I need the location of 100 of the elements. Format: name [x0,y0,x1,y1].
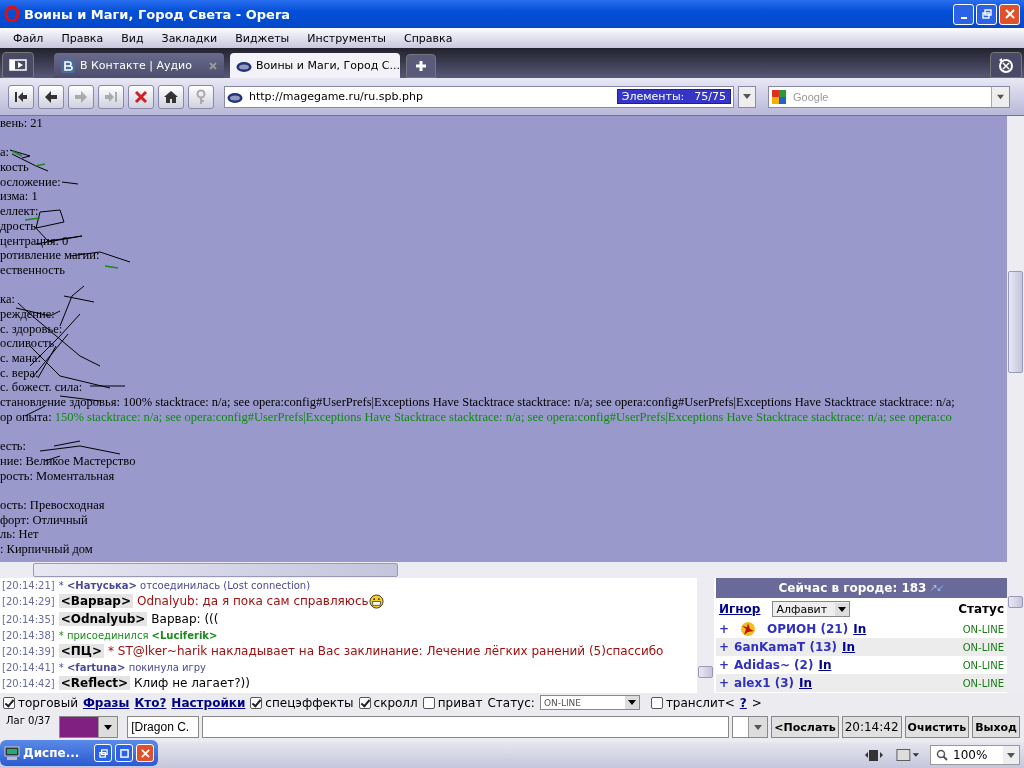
nickname[interactable]: <Reflect> [58,676,131,690]
menu-item[interactable]: Правка [52,31,113,45]
circled-x-icon [997,56,1015,74]
minimize-button[interactable] [953,3,974,25]
clock-field: 20:14:42 [841,716,902,738]
send-button[interactable]: <Послать [771,716,839,738]
info-link[interactable]: In [853,622,867,636]
menu-item[interactable]: Виджеты [226,31,299,45]
status-select[interactable]: ON-LINE [539,695,640,710]
stat-text: осложение: [0,174,61,189]
scroll-checkbox[interactable]: скролл [358,695,418,710]
trade-checkbox[interactable]: торговый [3,695,78,710]
menu-item[interactable]: Файл [4,31,53,45]
user-status: ON-LINE [962,623,1004,635]
back-button[interactable] [38,84,64,109]
address-field[interactable]: http://magegame.ru/ru.spb.php Элементы: 75/75 [224,85,734,108]
nickname[interactable]: <ПЦ> [58,644,104,658]
dropdown-select[interactable] [731,716,769,738]
info-link[interactable]: In [818,658,832,672]
private-checkbox[interactable]: приват [422,695,483,710]
new-tab-button[interactable] [406,54,436,78]
stat-text: становление здоровья: 100% stacktrace: n/a; see opera:config#UserPrefs|Exceptions Have Stacktrace stacktrace: n/a; see opera:config#UserPrefs|Exceptions Have Stacktrace stacktrace: n/a; [0,395,955,410]
scrollbar[interactable] [1007,116,1024,562]
translit-checkbox[interactable]: транслит< [650,695,735,710]
close-icon[interactable] [208,60,218,71]
message-input-field[interactable] [202,716,729,738]
panel-icon [9,59,27,71]
checkbox[interactable] [422,696,435,709]
effects-checkbox[interactable]: спецэффекты [250,695,354,710]
stat-text: ние: Великое Мастерство [0,453,136,468]
system-message: *<Натуська> отсоединилась (Lost connection) [58,579,311,591]
menu-item[interactable]: Вид [112,31,153,45]
stat-text: есть: [0,439,27,454]
close-button[interactable] [999,3,1020,25]
restore-button[interactable] [976,3,997,25]
clear-button[interactable]: Очистить [904,716,970,738]
closed-tabs-button[interactable] [990,52,1022,78]
nickname[interactable]: <Варвар> [58,594,133,608]
info-link[interactable]: In [842,640,856,654]
browser-tab[interactable]: В Контакте | Аудио [54,53,224,78]
stat-text: форт: Отличный [0,512,88,527]
rewind-button[interactable] [8,84,34,109]
user-status: ON-LINE [962,677,1004,689]
search-field[interactable]: Google [768,85,1010,108]
checkbox[interactable] [650,696,663,709]
ignore-link[interactable]: Игнор [719,602,761,616]
status-heading: Статус [958,602,1004,616]
elements-counter: Элементы: 75/75 [616,89,731,104]
stat-text: кость [0,160,29,175]
caret-icon [1007,752,1015,758]
sort-select[interactable]: Алфавит [772,601,851,617]
computer-icon [4,745,20,761]
stop-icon [133,88,149,105]
info-link[interactable]: In [799,676,812,690]
stop-button[interactable] [128,84,154,109]
user-name[interactable]: 6anKamaT (13) [734,640,838,654]
add-user-button[interactable]: + [719,640,730,654]
add-user-button[interactable]: + [719,622,730,636]
user-name[interactable]: alex1 (3) [734,676,794,690]
menu-item[interactable]: Справка [395,31,462,45]
checkbox[interactable] [3,696,15,709]
zoom-select[interactable]: 100% [930,745,1020,765]
add-user-button[interactable]: + [719,676,730,690]
stat-text: : Кирпичный дом [0,541,93,556]
caret-icon [835,602,850,616]
menu-item[interactable]: Инструменты [298,31,395,45]
menu-item[interactable]: Закладки [152,31,227,45]
minimized-window[interactable]: Диспе... [0,740,158,766]
user-name[interactable]: Adidas~ (2) [734,658,814,672]
checkbox[interactable] [358,696,371,709]
home-button[interactable] [158,84,184,109]
caret-icon [104,724,113,730]
nickname[interactable]: <Odnalyub> [58,612,148,626]
recipient-field[interactable]: [Dragon C. [127,716,200,738]
browser-tab[interactable]: Воины и Маги, Город С... [230,53,400,78]
user-status: ON-LINE [962,659,1004,671]
color-select[interactable] [59,716,119,738]
help-link[interactable]: ? [739,695,747,710]
maximize-button[interactable] [115,744,133,762]
status-label: Статус: [487,695,535,710]
stat-text: ль: Нет [0,527,39,542]
option-link[interactable]: Настройки [171,695,246,710]
close-button[interactable] [136,744,154,762]
option-link[interactable]: Фразы [82,695,130,710]
option-link[interactable]: Кто? [134,695,167,710]
close-icon [1004,9,1015,19]
add-user-button[interactable]: + [719,658,730,672]
panel-toggle-button[interactable] [2,52,34,78]
dropdown-button[interactable] [738,85,756,108]
plus-icon [415,60,427,72]
online-count-title: Сейчас в городе: 183 [778,581,927,595]
stat-text: осливость [0,336,55,351]
image-icon[interactable] [896,748,920,762]
caret-icon [624,696,639,709]
exit-button[interactable]: Выход [972,716,1020,738]
user-name[interactable]: ОРИОН (21) [767,622,849,636]
caret-icon[interactable] [991,86,1009,107]
restore-button[interactable] [94,744,112,762]
checkbox[interactable] [250,696,263,709]
chat-message: Клиф не лагает?)) [134,676,250,690]
